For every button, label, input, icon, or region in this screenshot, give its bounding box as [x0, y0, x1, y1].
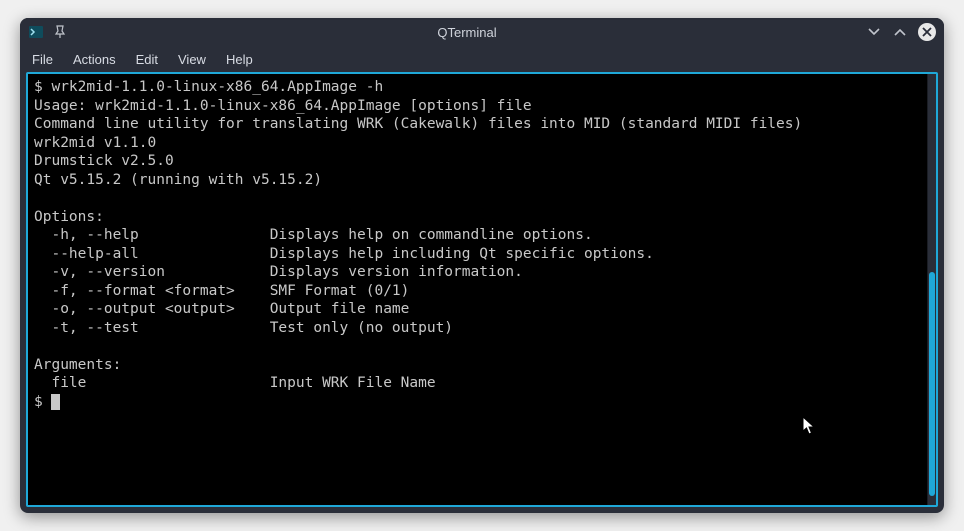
terminal[interactable]: $ wrk2mid-1.1.0-linux-x86_64.AppImage -h… — [28, 74, 927, 505]
window-controls — [866, 23, 936, 41]
app-window: QTerminal File Actions Edit View Help $ … — [20, 18, 944, 513]
maximize-button[interactable] — [892, 24, 908, 40]
menu-help[interactable]: Help — [226, 52, 253, 67]
close-button[interactable] — [918, 23, 936, 41]
text-cursor — [51, 394, 60, 410]
terminal-viewport: $ wrk2mid-1.1.0-linux-x86_64.AppImage -h… — [26, 72, 938, 507]
menubar: File Actions Edit View Help — [20, 46, 944, 72]
menu-edit[interactable]: Edit — [136, 52, 158, 67]
menu-file[interactable]: File — [32, 52, 53, 67]
titlebar[interactable]: QTerminal — [20, 18, 944, 46]
minimize-button[interactable] — [866, 24, 882, 40]
pin-icon[interactable] — [52, 24, 68, 40]
scrollbar-thumb[interactable] — [929, 272, 935, 496]
menu-actions[interactable]: Actions — [73, 52, 116, 67]
menu-view[interactable]: View — [178, 52, 206, 67]
titlebar-left — [28, 24, 68, 40]
scrollbar[interactable] — [927, 74, 936, 505]
window-title: QTerminal — [68, 25, 866, 40]
app-icon — [28, 24, 44, 40]
